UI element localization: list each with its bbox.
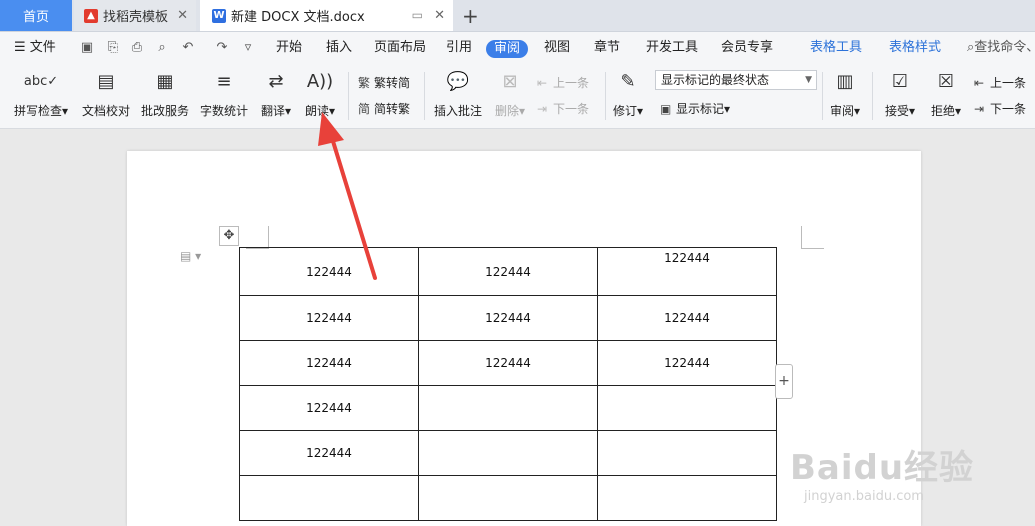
watermark-brand: Baidu经验 — [790, 448, 975, 488]
baidu-watermark: Baidu经验 jingyan.baidu.com — [790, 440, 974, 504]
watermark-url: jingyan.baidu.com — [804, 489, 924, 504]
